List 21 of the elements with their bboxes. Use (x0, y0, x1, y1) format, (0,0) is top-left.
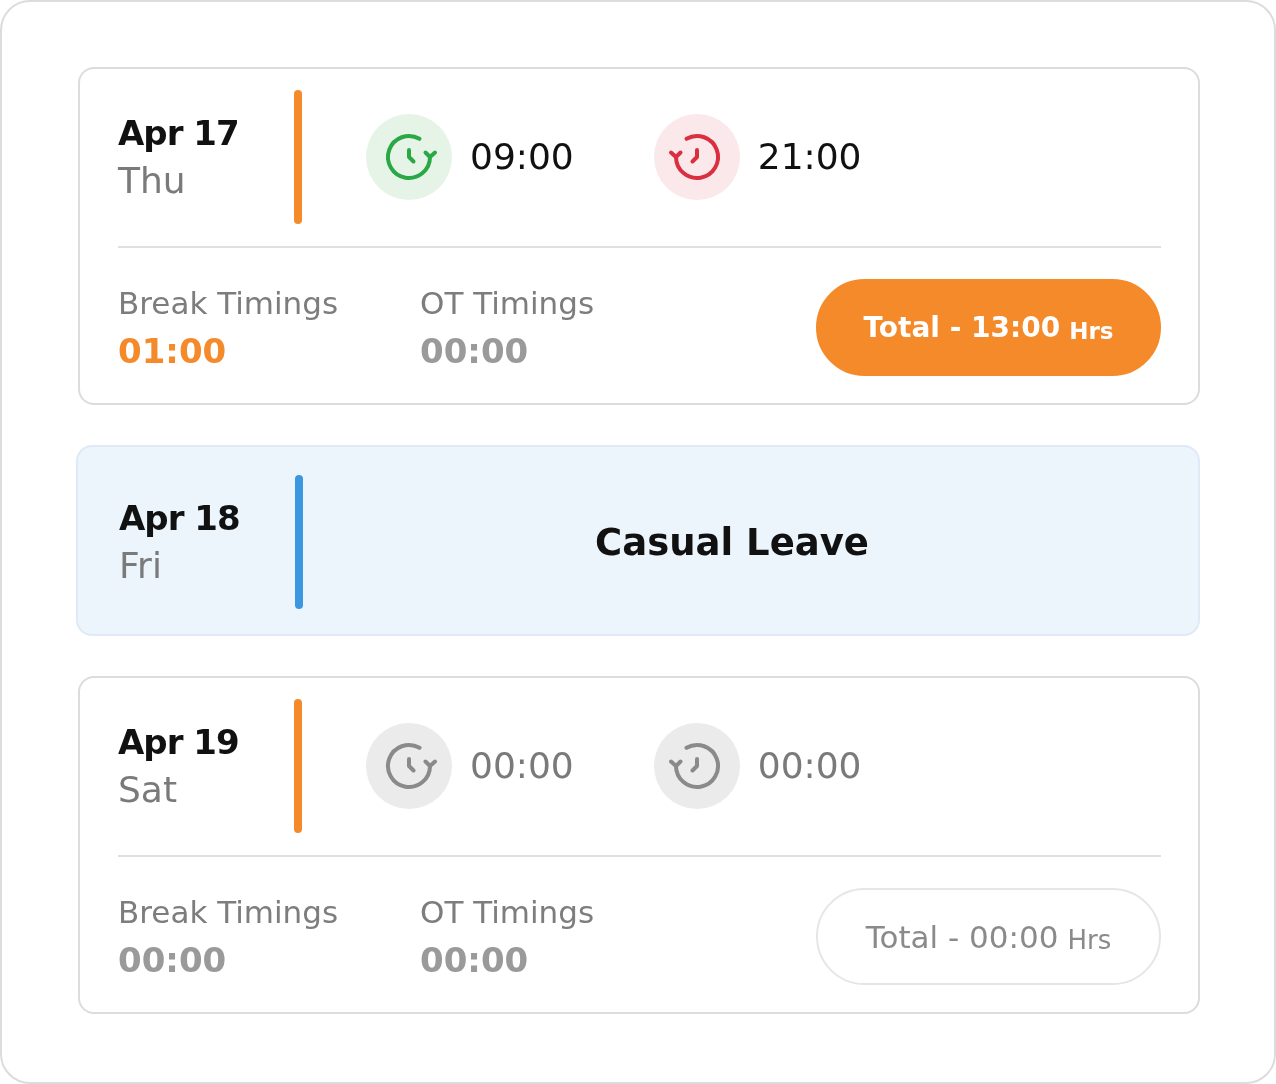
weekday-text: Thu (118, 159, 187, 203)
total-hours-badge: Total - 13:00 Hrs (816, 279, 1161, 376)
stat-value: 00:00 (420, 329, 530, 373)
stat-value: 01:00 (118, 329, 228, 373)
total-hours-badge: Total - 00:00 Hrs (816, 888, 1161, 985)
date-text: Apr 18 (119, 497, 241, 540)
stat-label: OT Timings (420, 283, 596, 323)
stat-label: Break Timings (118, 892, 340, 932)
stat-value: 00:00 (420, 938, 530, 982)
leave-type-text: Casual Leave (594, 520, 870, 564)
time-text: 00:00 (470, 744, 574, 788)
stat-value: 00:00 (118, 938, 228, 982)
date-text: Apr 17 (118, 112, 240, 155)
time-text: 09:00 (470, 135, 574, 179)
time-text: 00:00 (757, 744, 862, 788)
weekday-text: Fri (119, 544, 163, 588)
time-text: 21:00 (757, 135, 862, 179)
stat-label: OT Timings (420, 892, 596, 932)
date-text: Apr 19 (118, 721, 240, 764)
stat-label: Break Timings (118, 283, 340, 323)
weekday-text: Sat (118, 768, 179, 812)
